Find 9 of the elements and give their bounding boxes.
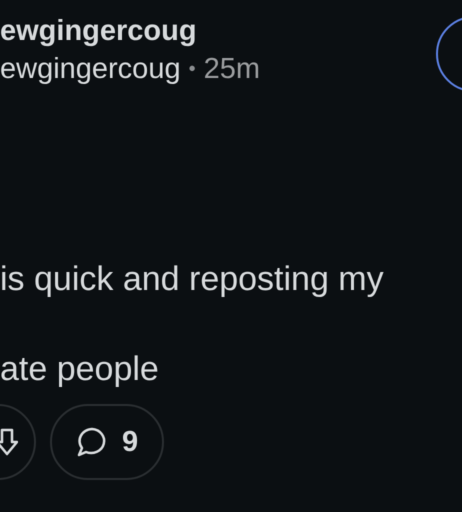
post-text: ate people xyxy=(0,349,160,390)
comments-button[interactable]: 9 xyxy=(50,404,164,480)
separator-dot: • xyxy=(188,58,196,80)
post-time: 25m xyxy=(204,52,260,87)
author-name[interactable]: ewgingercoug xyxy=(0,12,260,50)
speech-bubble-icon xyxy=(76,426,108,458)
post-text: is quick and reposting my xyxy=(0,259,385,300)
author-handle: ewgingercoug xyxy=(0,52,181,87)
arrow-icon xyxy=(0,428,18,456)
